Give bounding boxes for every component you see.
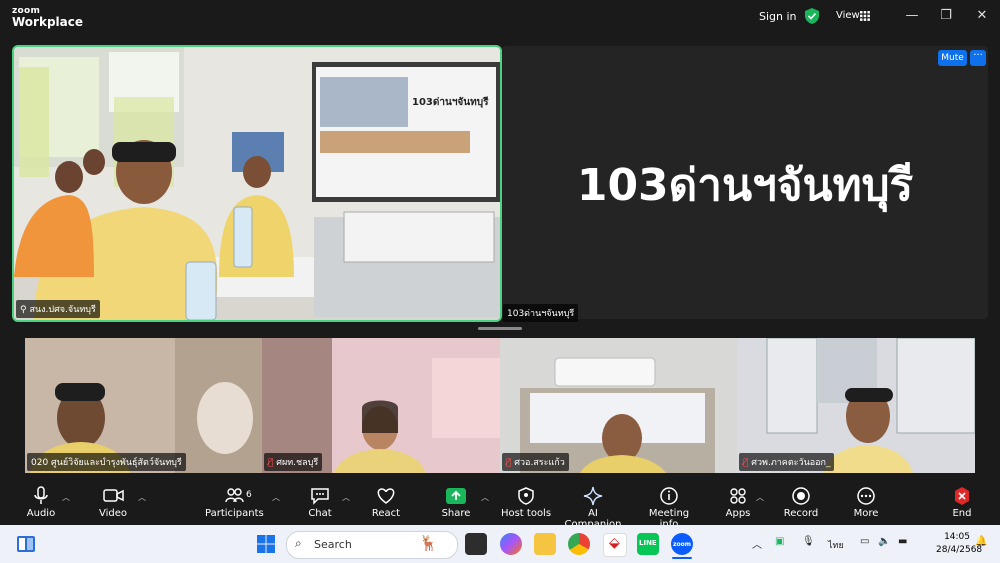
- minimize-button[interactable]: —: [900, 6, 924, 26]
- view-button-label[interactable]: View: [836, 10, 860, 21]
- file-explorer-icon[interactable]: [534, 533, 556, 555]
- participants-button[interactable]: Participants: [205, 486, 264, 519]
- meeting-room-photo: 103ด่านฯจันทบุรี: [14, 47, 500, 320]
- windows-start-icon[interactable]: [256, 535, 276, 553]
- active-speaker-name: สนง.ปศจ.จันทบุรี: [29, 305, 96, 315]
- sparkle-icon: [583, 486, 603, 506]
- widgets-icon[interactable]: [16, 535, 36, 553]
- participant-name-tag-4: 🎙̸ ศวพ.ภาคตะวันออก_: [739, 453, 835, 471]
- participants-options-caret[interactable]: ︿: [272, 492, 280, 503]
- participant-name-tag-2: 🎙̸ ศผท.ชลบุรี: [264, 453, 323, 471]
- microphone-icon: [34, 486, 48, 504]
- acrobat-icon[interactable]: ⬙: [603, 533, 627, 557]
- record-button[interactable]: Record: [780, 486, 822, 519]
- line-app-icon[interactable]: LINE: [637, 533, 659, 555]
- participants-label: Participants: [205, 508, 264, 519]
- language-indicator[interactable]: ไทย: [828, 538, 844, 552]
- host-shield-icon: [518, 487, 534, 505]
- close-button[interactable]: ✕: [970, 6, 994, 26]
- gallery-tile-4[interactable]: 🎙̸ ศวพ.ภาคตะวันออก_: [737, 338, 975, 473]
- participant-name-tag-3: 🎙̸ ศวอ.สระแก้ว: [502, 453, 569, 471]
- task-view-icon[interactable]: [465, 533, 487, 555]
- share-options-caret[interactable]: ︿: [481, 492, 489, 503]
- participant-name-4: ศวพ.ภาคตะวันออก_: [751, 458, 831, 468]
- copilot-icon[interactable]: [500, 533, 522, 555]
- ai-companion-button[interactable]: AI Companion: [560, 486, 626, 530]
- zoom-active-indicator: [672, 557, 692, 559]
- end-label: End: [952, 508, 972, 519]
- panel-resize-handle[interactable]: [478, 327, 522, 330]
- video-button[interactable]: Video: [92, 486, 134, 519]
- projector-caption: 103ด่านฯจันทบุรี: [412, 96, 489, 108]
- clock-date: 28/4/2568: [936, 545, 983, 555]
- audio-options-caret[interactable]: ︿: [62, 492, 70, 503]
- sign-in-link[interactable]: Sign in: [759, 10, 797, 23]
- gallery-tile-3[interactable]: 🎙̸ ศวอ.สระแก้ว: [500, 338, 737, 473]
- chrome-icon[interactable]: [568, 533, 590, 555]
- search-highlight-deer-icon: 🦌: [419, 534, 438, 552]
- react-label: React: [371, 508, 401, 519]
- apps-label: Apps: [725, 508, 751, 519]
- end-call-icon: [955, 487, 969, 505]
- share-label: Share: [441, 508, 471, 519]
- taskbar-clock[interactable]: 14:05 28/4/2568: [936, 531, 983, 557]
- restore-button[interactable]: ❐: [934, 6, 958, 26]
- more-dots-icon: [857, 487, 875, 505]
- tray-app-icon[interactable]: ▣: [775, 536, 784, 547]
- chat-button[interactable]: Chat: [300, 486, 340, 519]
- host-tools-button[interactable]: Host tools: [500, 486, 552, 519]
- active-speaker-video[interactable]: 103ด่านฯจันทบุรี ⚲ สนง.ปศจ.จันทบุรี: [12, 45, 502, 322]
- search-icon: ⌕: [295, 536, 302, 550]
- participant-name-3: ศวอ.สระแก้ว: [514, 458, 565, 468]
- participant-name-1: 020 ศูนย์วิจัยและบำรุงพันธุ์สัตว์จันทบุร…: [27, 453, 186, 471]
- more-options-button[interactable]: ···: [970, 50, 986, 66]
- app-logo-bottom: Workplace: [12, 15, 84, 29]
- active-speaker-name-tag: ⚲ สนง.ปศจ.จันทบุรี: [16, 300, 100, 318]
- heart-icon: [377, 488, 395, 504]
- participant-name-2: ศผท.ชลบุรี: [276, 458, 319, 468]
- chat-options-caret[interactable]: ︿: [342, 492, 350, 503]
- participants-icon: [225, 488, 244, 503]
- apps-icon: [730, 488, 746, 504]
- gallery-tile-1[interactable]: 020 ศูนย์วิจัยและบำรุงพันธุ์สัตว์จันทบุร…: [25, 338, 262, 473]
- video-label: Video: [98, 508, 128, 519]
- tray-mic-icon[interactable]: 🎙: [802, 536, 815, 547]
- more-label: More: [853, 508, 879, 519]
- more-button[interactable]: More: [846, 486, 886, 519]
- react-button[interactable]: React: [366, 486, 406, 519]
- chat-bubble-icon: [311, 488, 329, 505]
- volume-icon[interactable]: 🔈: [878, 536, 890, 547]
- record-label: Record: [783, 508, 819, 519]
- end-meeting-button[interactable]: End: [942, 486, 982, 519]
- video-camera-icon: [103, 489, 124, 502]
- grid-view-icon[interactable]: [860, 11, 870, 21]
- participants-count: 6: [246, 490, 252, 500]
- meeting-info-button[interactable]: Meeting info: [638, 486, 700, 530]
- network-icon[interactable]: ▭: [860, 536, 869, 547]
- search-placeholder: Search: [314, 538, 352, 551]
- notification-bell-icon[interactable]: 🔔: [975, 536, 987, 547]
- host-tools-label: Host tools: [500, 508, 552, 519]
- participant-name-tag-103: 103ด่านฯจันทบุรี: [503, 304, 579, 322]
- clock-time: 14:05: [944, 532, 970, 542]
- taskbar-search-box[interactable]: ⌕ Search 🦌: [286, 531, 458, 559]
- zoom-app-icon[interactable]: zoom: [671, 533, 693, 555]
- security-shield-icon[interactable]: [805, 8, 819, 24]
- share-button[interactable]: Share: [436, 486, 476, 519]
- tray-overflow-icon[interactable]: ︿: [752, 536, 762, 551]
- share-screen-icon: [446, 488, 466, 504]
- apps-options-caret[interactable]: ︿: [756, 492, 764, 503]
- mute-participant-button[interactable]: Mute: [938, 50, 967, 66]
- audio-label: Audio: [26, 508, 56, 519]
- apps-button[interactable]: Apps: [718, 486, 758, 519]
- gallery-tile-2[interactable]: 🎙̸ ศผท.ชลบุรี: [262, 338, 500, 473]
- record-icon: [792, 487, 810, 505]
- info-icon: [660, 487, 678, 505]
- battery-icon[interactable]: ▬: [898, 536, 907, 547]
- audio-button[interactable]: Audio: [20, 486, 62, 519]
- participant-display-name: 103ด่านฯจันทบุรี: [576, 160, 914, 211]
- video-options-caret[interactable]: ︿: [138, 492, 146, 503]
- chat-label: Chat: [308, 508, 332, 519]
